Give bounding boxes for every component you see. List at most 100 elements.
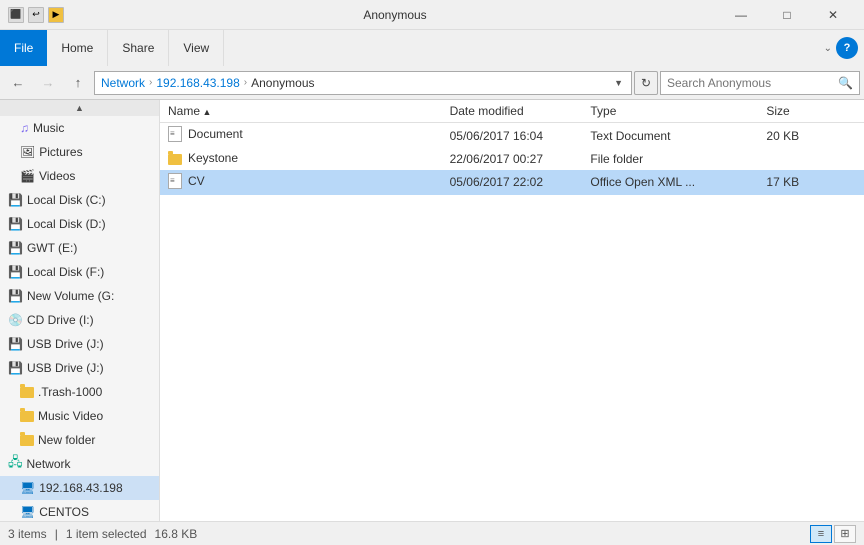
sidebar-cd-i-label: CD Drive (I:) bbox=[27, 313, 94, 327]
file-name-keystone: Keystone bbox=[160, 148, 442, 170]
sidebar: ▲ Music 🖼 Pictures 🎬 Videos 💾 Local Disk… bbox=[0, 100, 160, 521]
sidebar-item-videos[interactable]: 🎬 Videos bbox=[0, 164, 159, 188]
file-label-cv: CV bbox=[188, 174, 205, 188]
sidebar-pictures-label: Pictures bbox=[39, 145, 82, 159]
col-type[interactable]: Type bbox=[582, 100, 758, 123]
sidebar-item-musicvideo[interactable]: Music Video bbox=[0, 404, 159, 428]
file-row-keystone[interactable]: Keystone 22/06/2017 00:27 File folder bbox=[160, 148, 864, 170]
sidebar-item-centos[interactable]: 🖥 CENTOS bbox=[0, 500, 159, 521]
cd-i-icon: 💿 bbox=[8, 313, 23, 327]
forward-button[interactable]: → bbox=[34, 70, 62, 96]
sidebar-item-pictures[interactable]: 🖼 Pictures bbox=[0, 140, 159, 164]
file-name-cv: CV bbox=[160, 170, 442, 195]
view-details-button[interactable]: ≡ bbox=[810, 525, 832, 543]
up-button[interactable]: ↑ bbox=[64, 70, 92, 96]
minimize-button[interactable]: — bbox=[718, 0, 764, 30]
sidebar-videos-label: Videos bbox=[39, 169, 75, 183]
file-size-cv: 17 KB bbox=[758, 170, 864, 195]
sidebar-item-trash[interactable]: .Trash-1000 bbox=[0, 380, 159, 404]
col-size[interactable]: Size bbox=[758, 100, 864, 123]
view-tiles-button[interactable]: ⊞ bbox=[834, 525, 856, 543]
back-button[interactable]: ← bbox=[4, 70, 32, 96]
newfolder-icon bbox=[20, 435, 34, 446]
sidebar-item-192[interactable]: 🖥 192.168.43.198 bbox=[0, 476, 159, 500]
breadcrumb-network[interactable]: Network bbox=[101, 76, 145, 90]
breadcrumb-dropdown-icon[interactable]: ▼ bbox=[612, 78, 625, 88]
file-table-header-row: Name Date modified Type Size bbox=[160, 100, 864, 123]
file-row-cv[interactable]: CV 05/06/2017 22:02 Office Open XML ... … bbox=[160, 170, 864, 195]
sidebar-newfolder-label: New folder bbox=[38, 433, 95, 447]
doc-icon bbox=[168, 126, 182, 142]
pictures-icon: 🖼 bbox=[20, 145, 35, 159]
status-count: 3 items bbox=[8, 527, 47, 541]
sidebar-item-usb-j1[interactable]: 💾 USB Drive (J:) bbox=[0, 332, 159, 356]
sidebar-item-network[interactable]: 🖧 Network bbox=[0, 452, 159, 476]
file-row-document[interactable]: Document 05/06/2017 16:04 Text Document … bbox=[160, 123, 864, 149]
sidebar-item-gwt-e[interactable]: 💾 GWT (E:) bbox=[0, 236, 159, 260]
ribbon-tabs: Home Share View ⌄ ? bbox=[47, 30, 864, 66]
network-icon: 🖧 bbox=[8, 453, 23, 475]
bc-sep-1: › bbox=[149, 77, 152, 88]
status-bar: 3 items | 1 item selected 16.8 KB ≡ ⊞ bbox=[0, 521, 864, 545]
sidebar-item-vol-g[interactable]: 💾 New Volume (G: bbox=[0, 284, 159, 308]
refresh-button[interactable]: ↻ bbox=[634, 71, 658, 95]
ribbon-file-tab[interactable]: File bbox=[0, 30, 47, 66]
sidebar-item-cd-i[interactable]: 💿 CD Drive (I:) bbox=[0, 308, 159, 332]
file-size-document: 20 KB bbox=[758, 123, 864, 149]
search-input[interactable] bbox=[667, 76, 834, 90]
maximize-button[interactable]: □ bbox=[764, 0, 810, 30]
sidebar-item-local-c[interactable]: 💾 Local Disk (C:) bbox=[0, 188, 159, 212]
window-title: Anonymous bbox=[72, 8, 718, 22]
bc-sep-2: › bbox=[244, 77, 247, 88]
xml-icon bbox=[168, 173, 182, 189]
app-icon-3: ▶ bbox=[48, 7, 64, 23]
sidebar-item-local-f[interactable]: 💾 Local Disk (F:) bbox=[0, 260, 159, 284]
search-bar[interactable]: 🔍 bbox=[660, 71, 860, 95]
col-name[interactable]: Name bbox=[160, 100, 442, 123]
file-label-document: Document bbox=[188, 127, 243, 141]
title-bar-left-icons: ⬛ ↩ ▶ bbox=[8, 7, 64, 23]
sidebar-scroll-up[interactable]: ▲ bbox=[0, 100, 159, 116]
sidebar-192-label: 192.168.43.198 bbox=[39, 481, 122, 495]
title-bar: ⬛ ↩ ▶ Anonymous — □ ✕ bbox=[0, 0, 864, 30]
ribbon-tab-share[interactable]: Share bbox=[108, 30, 169, 66]
sidebar-item-usb-j2[interactable]: 💾 USB Drive (J:) bbox=[0, 356, 159, 380]
breadcrumb: Network › 192.168.43.198 › Anonymous ▼ bbox=[94, 71, 632, 95]
file-date-cv: 05/06/2017 22:02 bbox=[442, 170, 583, 195]
close-button[interactable]: ✕ bbox=[810, 0, 856, 30]
sidebar-local-c-label: Local Disk (C:) bbox=[27, 193, 106, 207]
file-icon-row-keystone: Keystone bbox=[168, 151, 238, 165]
sidebar-usb-j2-label: USB Drive (J:) bbox=[27, 361, 104, 375]
file-type-keystone: File folder bbox=[582, 148, 758, 170]
sidebar-item-local-d[interactable]: 💾 Local Disk (D:) bbox=[0, 212, 159, 236]
ribbon-tab-view[interactable]: View bbox=[169, 30, 224, 66]
file-type-document: Text Document bbox=[582, 123, 758, 149]
sidebar-network-label: Network bbox=[27, 457, 71, 471]
status-sep-1: | bbox=[55, 527, 58, 541]
col-date[interactable]: Date modified bbox=[442, 100, 583, 123]
sidebar-local-f-label: Local Disk (F:) bbox=[27, 265, 104, 279]
ribbon-chevron-icon[interactable]: ⌄ bbox=[824, 43, 832, 54]
file-name-document: Document bbox=[160, 123, 442, 149]
breadcrumb-current: Anonymous bbox=[251, 76, 314, 90]
file-pane[interactable]: Name Date modified Type Size Document 05… bbox=[160, 100, 864, 521]
sidebar-trash-label: .Trash-1000 bbox=[38, 385, 102, 399]
file-label-keystone: Keystone bbox=[188, 151, 238, 165]
drive-c-icon: 💾 bbox=[8, 193, 23, 207]
file-date-document: 05/06/2017 16:04 bbox=[442, 123, 583, 149]
computer-192-icon: 🖥 bbox=[20, 481, 35, 495]
computer-centos-icon: 🖥 bbox=[20, 505, 35, 519]
drive-f-icon: 💾 bbox=[8, 265, 23, 279]
file-icon-row-document: Document bbox=[168, 126, 243, 142]
ribbon-help-button[interactable]: ? bbox=[836, 37, 858, 59]
sidebar-local-d-label: Local Disk (D:) bbox=[27, 217, 106, 231]
status-size: 16.8 KB bbox=[155, 527, 198, 541]
window-controls: — □ ✕ bbox=[718, 0, 856, 30]
file-date-keystone: 22/06/2017 00:27 bbox=[442, 148, 583, 170]
ribbon-tab-home[interactable]: Home bbox=[47, 30, 108, 66]
sidebar-gwt-e-label: GWT (E:) bbox=[27, 241, 77, 255]
main-area: ▲ Music 🖼 Pictures 🎬 Videos 💾 Local Disk… bbox=[0, 100, 864, 521]
breadcrumb-ip[interactable]: 192.168.43.198 bbox=[156, 76, 239, 90]
sidebar-item-newfolder[interactable]: New folder bbox=[0, 428, 159, 452]
sidebar-item-music[interactable]: Music bbox=[0, 116, 159, 140]
